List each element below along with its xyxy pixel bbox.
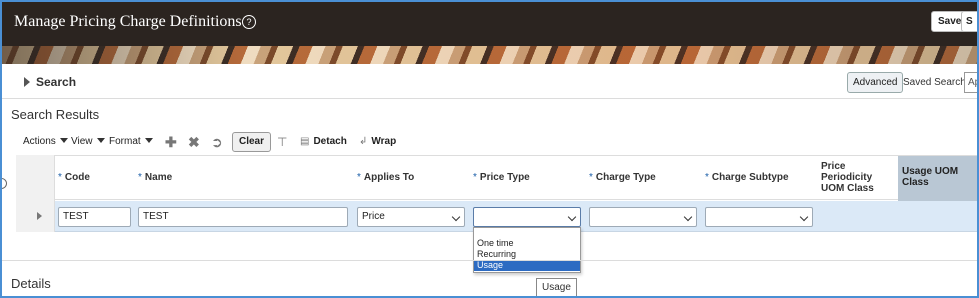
page-title: Manage Pricing Charge Definitions: [14, 13, 242, 30]
column-splitter-handle[interactable]: [2, 178, 7, 189]
required-marker: *: [58, 172, 62, 183]
charge-type-select[interactable]: [589, 207, 697, 227]
detach-button[interactable]: ▤ Detach: [300, 136, 347, 147]
clear-button[interactable]: Clear: [232, 132, 272, 152]
dropdown-arrow-icon: [96, 138, 105, 143]
applies-to-select[interactable]: Price: [357, 207, 465, 227]
price-type-select[interactable]: [473, 207, 581, 227]
code-field[interactable]: TEST: [58, 207, 131, 227]
required-marker: *: [473, 172, 477, 183]
format-menu[interactable]: Format: [109, 136, 153, 147]
expand-triangle-icon: [24, 77, 30, 87]
column-label: Code: [64, 172, 90, 183]
page-header: Manage Pricing Charge Definitions ? Save…: [2, 2, 977, 46]
dropdown-arrow-icon: [144, 138, 153, 143]
go-icon[interactable]: ➲: [211, 134, 223, 150]
chevron-down-icon: [567, 212, 577, 222]
view-menu[interactable]: View: [71, 136, 105, 147]
search-disclosure[interactable]: Search: [24, 75, 76, 89]
dropdown-arrow-icon: [59, 138, 68, 143]
format-label: Format: [109, 136, 141, 147]
search-results-title: Search Results: [11, 107, 100, 122]
help-icon[interactable]: ?: [242, 15, 256, 29]
add-icon[interactable]: ✚: [165, 134, 177, 150]
actions-menu[interactable]: Actions: [23, 136, 68, 147]
price-type-dropdown-list: One time Recurring Usage: [473, 227, 581, 273]
row-selector-column: [16, 155, 55, 232]
required-marker: *: [138, 172, 142, 183]
column-label-line: Usage UOM: [902, 166, 959, 177]
search-label: Search: [36, 75, 77, 89]
column-header-charge-type[interactable]: * Charge Type: [589, 172, 656, 183]
option-one-time[interactable]: One time: [474, 238, 580, 249]
column-header-usage-uom-class[interactable]: Usage UOM Class: [898, 156, 977, 201]
view-label: View: [71, 136, 93, 147]
banner-overlay: [2, 46, 977, 64]
saved-search-select[interactable]: Ap: [964, 72, 977, 93]
option-usage[interactable]: Usage: [474, 260, 580, 271]
divider: [2, 260, 977, 261]
row-expand-icon[interactable]: [37, 212, 42, 220]
required-marker: *: [357, 172, 361, 183]
column-label: Applies To: [363, 172, 415, 183]
chevron-down-icon: [683, 212, 693, 222]
wrap-icon: ↲: [359, 136, 368, 147]
freeze-icon[interactable]: ⊤: [277, 134, 287, 150]
column-label: Price Type: [479, 172, 530, 183]
saved-search-label: Saved Search: [903, 77, 966, 88]
column-header-charge-subtype[interactable]: * Charge Subtype: [705, 172, 789, 183]
column-label: Charge Subtype: [711, 172, 789, 183]
column-header-price-type[interactable]: * Price Type: [473, 172, 530, 183]
name-field[interactable]: TEST: [138, 207, 348, 227]
detach-icon: ▤: [300, 136, 310, 147]
table-header: * Code * Name * Applies To * Price Type * Cha…: [16, 155, 977, 201]
column-label-line: Class: [902, 177, 929, 188]
app-frame: Manage Pricing Charge Definitions ? Save…: [0, 0, 979, 298]
column-header-applies-to[interactable]: * Applies To: [357, 172, 414, 183]
wrap-label: Wrap: [371, 136, 397, 147]
chevron-down-icon: [451, 212, 461, 222]
charge-subtype-select[interactable]: [705, 207, 813, 227]
column-label: Charge Type: [595, 172, 656, 183]
advanced-button[interactable]: Advanced: [847, 72, 904, 93]
save-and-close-button[interactable]: S: [961, 11, 977, 32]
delete-icon[interactable]: ✖: [188, 134, 200, 150]
column-header-name[interactable]: * Name: [138, 172, 172, 183]
option-recurring[interactable]: Recurring: [474, 249, 580, 260]
select-value: Price: [362, 211, 385, 222]
column-label-line: UOM Class: [821, 183, 874, 194]
chevron-down-icon: [799, 212, 809, 222]
wrap-button[interactable]: ↲ Wrap: [359, 136, 396, 147]
column-header-code[interactable]: * Code: [58, 172, 90, 183]
required-marker: *: [705, 172, 709, 183]
column-label: Name: [144, 172, 173, 183]
divider: [2, 98, 977, 99]
details-title: Details: [11, 276, 51, 291]
results-table: * Code * Name * Applies To * Price Type * Cha…: [16, 155, 977, 232]
required-marker: *: [589, 172, 593, 183]
tooltip: Usage: [536, 278, 577, 296]
column-header-price-periodicity-uom-class[interactable]: Price Periodicity UOM Class: [821, 161, 874, 194]
detach-label: Detach: [313, 136, 347, 147]
column-label-line: Periodicity: [821, 172, 873, 183]
column-label-line: Price: [821, 161, 846, 172]
actions-label: Actions: [23, 136, 56, 147]
